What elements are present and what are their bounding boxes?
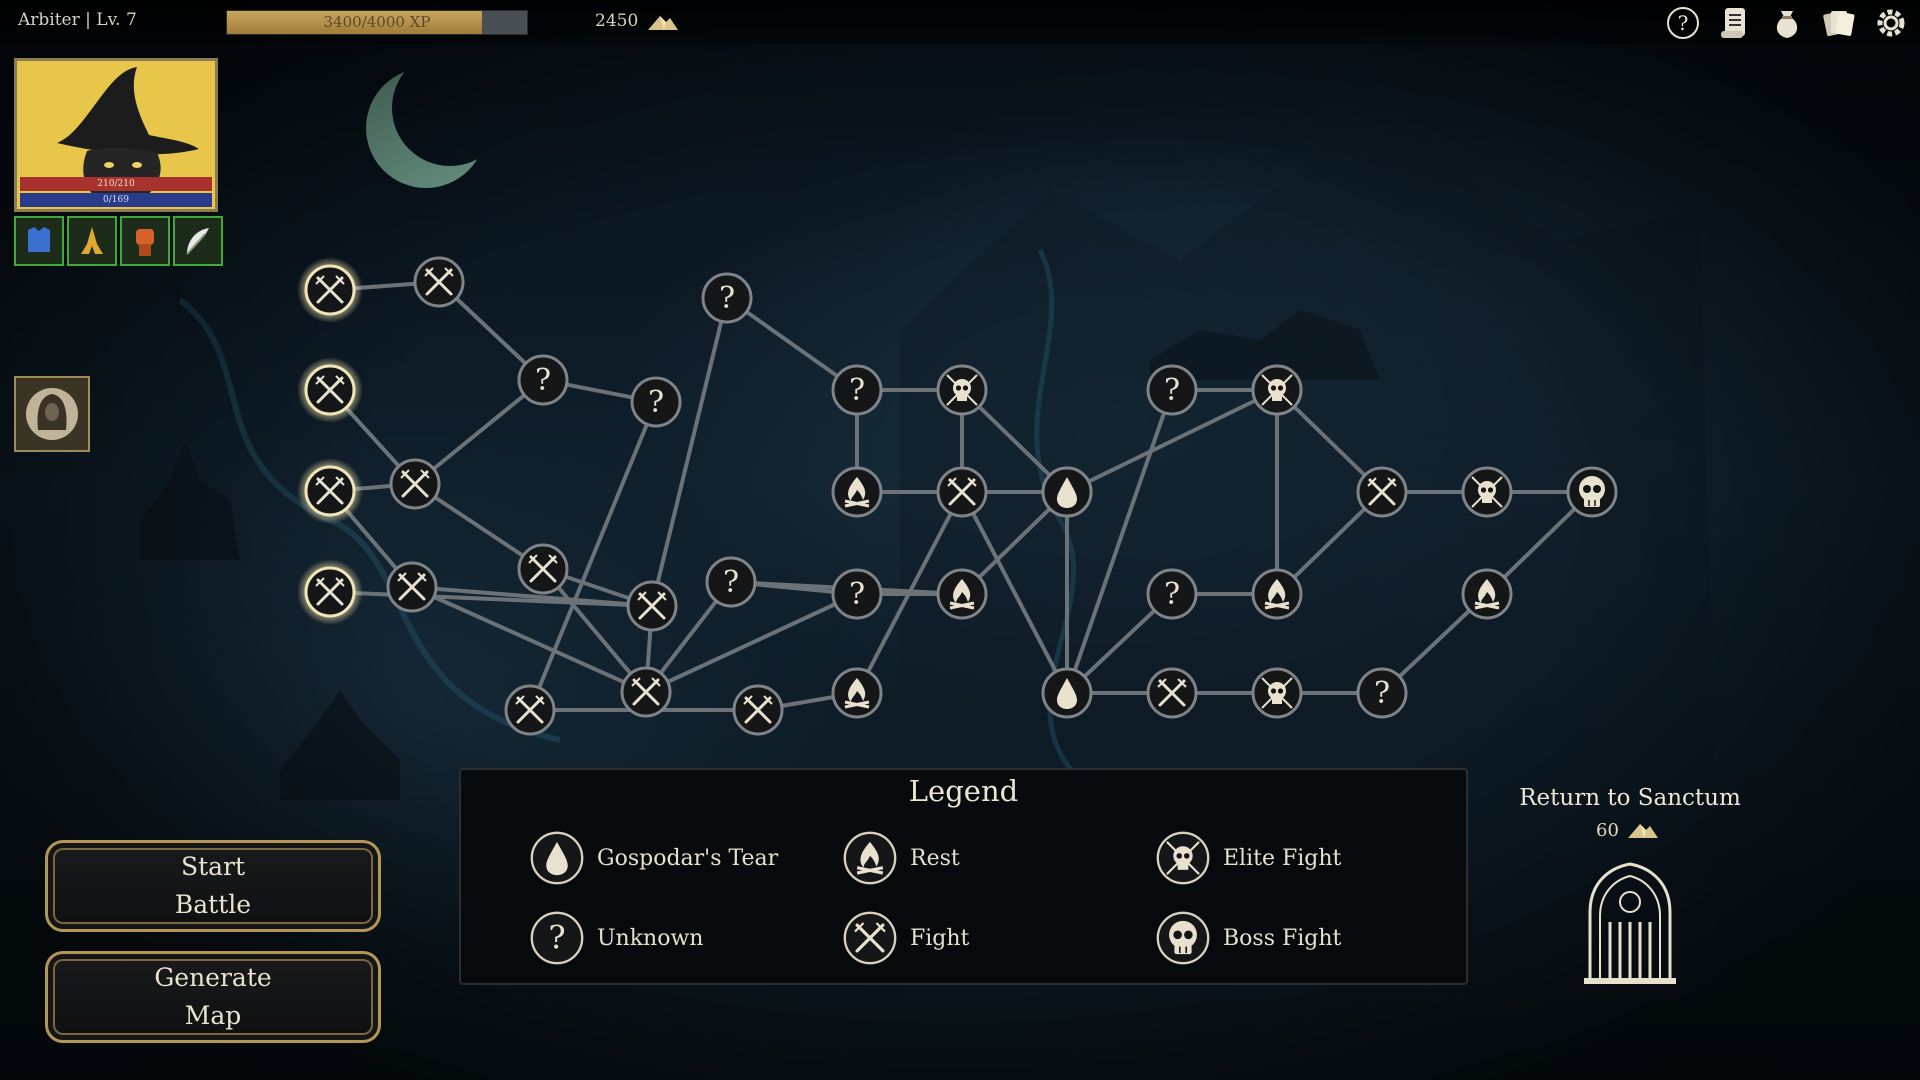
sanctum-gate-icon[interactable] [1582,862,1678,986]
gold-amount: 2450 [595,11,639,31]
map-node-elite[interactable] [1251,364,1303,416]
scroll-icon[interactable] [1716,4,1754,42]
map-node-fight[interactable] [389,458,441,510]
map-node-rest[interactable] [936,568,988,620]
xp-text: 3400/4000 XP [323,13,431,31]
svg-text:?: ? [723,565,739,600]
map-node-elite[interactable] [1461,466,1513,518]
player-label: Arbiter | Lv. 7 [18,10,137,30]
legend-item-boss: Boss Fight [1155,910,1341,966]
legend-label: Unknown [597,925,704,951]
svg-text:?: ? [849,577,865,612]
xp-bar: 3400/4000 XP [226,10,528,35]
pouch-icon[interactable] [1768,4,1806,42]
map-node-unknown[interactable]: ? [630,376,682,428]
legend-title: Legend [908,774,1019,808]
tear-icon [530,831,584,885]
map-node-unknown[interactable]: ? [701,272,753,324]
map-node-unknown[interactable]: ? [1146,364,1198,416]
map-node-fight[interactable] [936,466,988,518]
map-node-fight[interactable] [297,559,363,625]
legend-label: Fight [910,925,970,951]
map-node-fight[interactable] [297,458,363,524]
map-node-boss[interactable] [1566,466,1618,518]
map-node-rest[interactable] [831,667,883,719]
mana-bar: 0/169 [20,193,212,207]
start-battle-label: Start Battle [174,852,252,919]
svg-text:?: ? [849,373,865,408]
legend-item-tear: Gospodar's Tear [529,830,778,886]
cards-icon[interactable] [1820,4,1858,42]
map-node-fight[interactable] [297,357,363,423]
legend-label: Rest [910,845,960,871]
legend-item-fight: Fight [842,910,969,966]
settings-icon[interactable] [1872,4,1910,42]
prayer-buff-icon[interactable] [67,216,117,266]
map-node-fight[interactable] [517,543,569,595]
svg-text:?: ? [648,385,664,420]
map-node-fight[interactable] [626,580,678,632]
legend-label: Gospodar's Tear [597,845,779,871]
skull-icon [1156,911,1210,965]
map-path [645,592,858,694]
svg-text:?: ? [548,919,565,957]
map-node-fight[interactable] [620,666,672,718]
map-node-tear[interactable] [1041,667,1093,719]
buff-bar [14,216,223,266]
map-node-fight[interactable] [386,561,438,613]
map-node-fight[interactable] [297,257,363,323]
campfire-icon [843,831,897,885]
svg-text:?: ? [535,363,551,398]
top-right-menu: ? [1664,4,1910,42]
map-node-elite[interactable] [936,364,988,416]
generate-map-label: Generate Map [154,963,272,1030]
feather-buff-icon[interactable] [173,216,223,266]
svg-text:?: ? [1164,577,1180,612]
map-node-unknown[interactable]: ? [1356,667,1408,719]
map-node-fight[interactable] [1146,667,1198,719]
map-path [1065,389,1174,694]
legend-label: Elite Fight [1223,845,1342,871]
question-mark-icon: ? [530,911,584,965]
health-bar: 210/210 [20,177,212,191]
svg-text:?: ? [1164,373,1180,408]
map-node-rest[interactable] [1251,568,1303,620]
sanctum-title: Return to Sanctum [1519,785,1741,811]
fist-buff-icon[interactable] [120,216,170,266]
map-node-elite[interactable] [1251,667,1303,719]
svg-text:?: ? [1678,11,1689,35]
hero-portrait[interactable]: 210/210 0/169 [14,58,218,212]
sanctum-cost: 60 [1596,820,1619,841]
crossed-swords-icon [843,911,897,965]
map-node-fight[interactable] [504,684,556,736]
legend-label: Boss Fight [1223,925,1342,951]
legend-item-unknown: ? Unknown [529,910,703,966]
map-path [650,297,729,607]
coin-pile-icon [648,16,678,30]
legend-item-elite: Elite Fight [1155,830,1341,886]
armor-buff-icon[interactable] [14,216,64,266]
coin-pile-icon [1628,824,1658,838]
generate-map-button[interactable]: Generate Map [45,951,381,1043]
svg-text:?: ? [719,281,735,316]
legend-item-rest: Rest [842,830,960,886]
map-node-fight[interactable] [413,256,465,308]
map-node-tear[interactable] [1041,466,1093,518]
legend-panel: Legend Gospodar's Tear Rest Elite Fight … [459,768,1468,985]
hooded-companion-icon[interactable] [14,376,90,452]
map-node-unknown[interactable]: ? [705,556,757,608]
map-node-unknown[interactable]: ? [831,364,883,416]
skull-crossed-swords-icon [1156,831,1210,885]
map-node-unknown[interactable]: ? [831,568,883,620]
help-icon[interactable]: ? [1664,4,1702,42]
map-node-unknown[interactable]: ? [517,354,569,406]
map-nodes: ?????????? [297,256,1618,736]
map-node-fight[interactable] [1356,466,1408,518]
start-battle-button[interactable]: Start Battle [45,840,381,932]
map-node-rest[interactable] [831,466,883,518]
svg-text:?: ? [1374,676,1390,711]
map-node-rest[interactable] [1461,568,1513,620]
map-node-fight[interactable] [732,684,784,736]
map-node-unknown[interactable]: ? [1146,568,1198,620]
